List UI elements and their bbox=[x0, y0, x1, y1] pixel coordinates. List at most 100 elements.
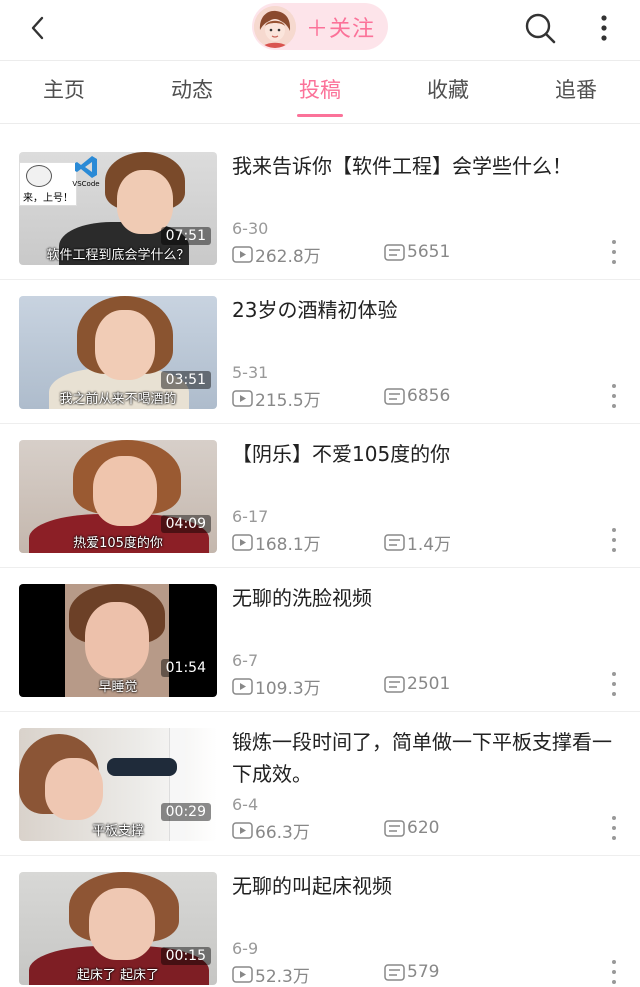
tab-dynamics[interactable]: 动态 bbox=[128, 61, 256, 123]
dot bbox=[612, 384, 616, 388]
dot bbox=[612, 250, 616, 254]
danmaku-icon bbox=[384, 675, 405, 693]
dot bbox=[612, 826, 616, 830]
danmaku-count-value: 620 bbox=[407, 818, 440, 838]
follow-button[interactable]: ＋关注 bbox=[252, 3, 388, 50]
dot bbox=[612, 960, 616, 964]
danmaku-icon bbox=[384, 534, 405, 551]
dot bbox=[612, 970, 616, 974]
video-thumbnail[interactable]: 00:29 平板支撑 bbox=[19, 728, 217, 841]
video-thumbnail[interactable]: 00:15 起床了 起床了 bbox=[19, 872, 217, 985]
view-count-value: 109.3万 bbox=[255, 679, 321, 699]
video-item[interactable]: 01:54 早睡觉 无聊的洗脸视频 6-7 109.3万 2501 bbox=[0, 568, 640, 712]
video-thumbnail[interactable]: 来，上号！ VSCode 07:51 软件工程到底会学什么？ bbox=[19, 152, 217, 265]
video-date: 6-17 bbox=[232, 507, 269, 526]
tab-favorites[interactable]: 收藏 bbox=[384, 61, 512, 123]
view-count: 168.1万 bbox=[232, 530, 321, 555]
play-icon bbox=[232, 534, 253, 551]
video-item[interactable]: 03:51 我之前从来不喝酒的 23岁の酒精初体验 5-31 215.5万 68… bbox=[0, 280, 640, 424]
dot bbox=[612, 672, 616, 676]
duration-badge: 07:51 bbox=[160, 227, 211, 245]
video-item[interactable]: 00:29 平板支撑 锻炼一段时间了，简单做一下平板支撑看一下成效。 6-4 6… bbox=[0, 712, 640, 856]
thumbnail-caption: 起床了 起床了 bbox=[76, 968, 160, 983]
duration-badge: 00:15 bbox=[160, 947, 211, 965]
danmaku-icon bbox=[384, 819, 405, 837]
view-count-value: 168.1万 bbox=[255, 535, 321, 555]
view-count: 262.8万 bbox=[232, 242, 321, 267]
video-title[interactable]: 无聊的叫起床视频 bbox=[232, 870, 624, 902]
dot bbox=[612, 692, 616, 696]
video-thumbnail[interactable]: 04:09 热爱105度的你 bbox=[19, 440, 217, 553]
video-thumbnail[interactable]: 01:54 早睡觉 bbox=[19, 584, 217, 697]
danmaku-icon bbox=[384, 387, 405, 405]
danmaku-count: 1.4万 bbox=[384, 530, 451, 555]
video-item[interactable]: 04:09 热爱105度的你 【阴乐】不爱105度的你 6-17 168.1万 … bbox=[0, 424, 640, 568]
dot bbox=[612, 682, 616, 686]
view-count: 66.3万 bbox=[232, 818, 310, 843]
vscode-icon bbox=[75, 156, 97, 178]
vscode-label: VSCode bbox=[72, 180, 100, 188]
danmaku-count-value: 5651 bbox=[407, 242, 451, 262]
video-item[interactable]: 00:15 起床了 起床了 无聊的叫起床视频 6-9 52.3万 579 bbox=[0, 856, 640, 987]
meme-text: 来，上号！ bbox=[23, 193, 73, 204]
thumbnail-caption: 早睡觉 bbox=[98, 680, 138, 695]
vscode-logo: VSCode bbox=[71, 154, 101, 194]
follow-label: ＋关注 bbox=[306, 16, 376, 42]
play-icon bbox=[232, 966, 253, 983]
dot bbox=[612, 404, 616, 408]
tab-home[interactable]: 主页 bbox=[0, 61, 128, 123]
back-arrow-icon bbox=[31, 16, 44, 40]
danmaku-count: 579 bbox=[384, 962, 439, 982]
thumbnail-caption: 我之前从来不喝酒的 bbox=[59, 392, 177, 407]
view-count: 52.3万 bbox=[232, 962, 310, 987]
thumbnail-caption: 热爱105度的你 bbox=[73, 536, 163, 551]
video-thumbnail[interactable]: 03:51 我之前从来不喝酒的 bbox=[19, 296, 217, 409]
video-list: 来，上号！ VSCode 07:51 软件工程到底会学什么？ 我来告诉你【软件工… bbox=[0, 136, 640, 987]
dot bbox=[612, 538, 616, 542]
dot bbox=[612, 528, 616, 532]
danmaku-icon bbox=[384, 243, 405, 261]
search-button[interactable] bbox=[522, 10, 558, 46]
item-more-button[interactable] bbox=[606, 672, 622, 696]
duration-badge: 01:54 bbox=[160, 659, 211, 677]
video-date: 6-9 bbox=[232, 939, 259, 958]
tab-label: 动态 bbox=[171, 78, 213, 102]
dot bbox=[612, 836, 616, 840]
tab-uploads[interactable]: 投稿 bbox=[256, 61, 384, 123]
video-date: 6-30 bbox=[232, 219, 269, 238]
danmaku-count: 6856 bbox=[384, 386, 450, 406]
video-title[interactable]: 锻炼一段时间了，简单做一下平板支撑看一下成效。 bbox=[232, 726, 624, 790]
dot bbox=[612, 260, 616, 264]
play-icon bbox=[232, 678, 253, 695]
item-more-button[interactable] bbox=[606, 960, 622, 984]
danmaku-count: 5651 bbox=[384, 242, 450, 262]
duration-badge: 00:29 bbox=[160, 803, 211, 821]
tab-bangumi[interactable]: 追番 bbox=[512, 61, 640, 123]
back-button[interactable] bbox=[20, 10, 56, 46]
danmaku-count-value: 2501 bbox=[407, 674, 451, 694]
item-more-button[interactable] bbox=[606, 240, 622, 264]
video-title[interactable]: 23岁の酒精初体验 bbox=[232, 294, 624, 326]
play-icon bbox=[232, 246, 253, 263]
play-icon bbox=[232, 822, 253, 839]
video-title[interactable]: 无聊的洗脸视频 bbox=[232, 582, 624, 614]
play-icon bbox=[232, 390, 253, 407]
video-item[interactable]: 来，上号！ VSCode 07:51 软件工程到底会学什么？ 我来告诉你【软件工… bbox=[0, 136, 640, 280]
item-more-button[interactable] bbox=[606, 384, 622, 408]
item-more-button[interactable] bbox=[606, 816, 622, 840]
avatar[interactable] bbox=[254, 5, 296, 48]
view-count-value: 262.8万 bbox=[255, 247, 321, 267]
meme-sticker: 来，上号！ bbox=[19, 162, 77, 206]
video-title[interactable]: 【阴乐】不爱105度的你 bbox=[232, 438, 624, 470]
danmaku-count-value: 6856 bbox=[407, 386, 451, 406]
more-menu-button[interactable] bbox=[592, 10, 616, 46]
view-count-value: 52.3万 bbox=[255, 967, 310, 987]
view-count: 215.5万 bbox=[232, 386, 321, 411]
dot bbox=[612, 240, 616, 244]
item-more-button[interactable] bbox=[606, 528, 622, 552]
video-title[interactable]: 我来告诉你【软件工程】会学些什么！ bbox=[232, 150, 624, 182]
tab-label: 投稿 bbox=[299, 78, 341, 102]
dot bbox=[612, 980, 616, 984]
view-count: 109.3万 bbox=[232, 674, 321, 699]
danmaku-icon bbox=[384, 963, 405, 981]
